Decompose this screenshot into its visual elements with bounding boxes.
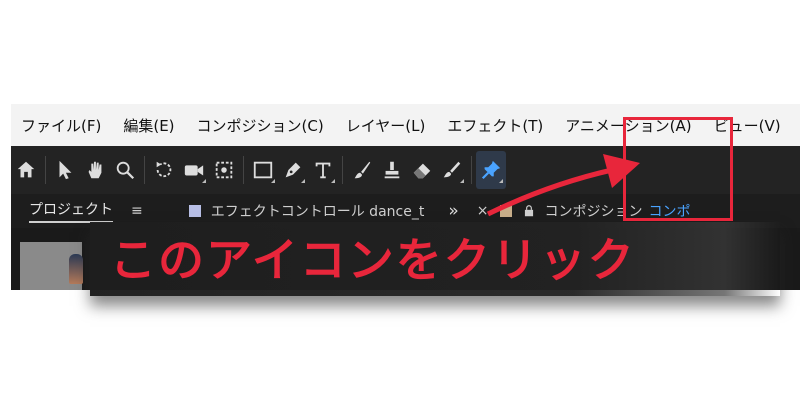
annotation-text: このアイコンをクリック (110, 233, 636, 287)
roto-brush-tool[interactable] (437, 151, 467, 189)
pan-behind-icon (215, 161, 233, 179)
toolbar-separator (471, 156, 472, 184)
selection-tool[interactable] (50, 151, 80, 189)
rectangle-icon (253, 161, 273, 179)
home-icon (17, 161, 35, 178)
menu-composition[interactable]: コンポジション(C) (197, 115, 324, 136)
tool-flyout-indicator (202, 179, 206, 183)
panel-menu-icon[interactable]: ≡ (131, 203, 143, 219)
tool-flyout-indicator (499, 179, 503, 183)
rectangle-tool[interactable] (248, 151, 278, 189)
rotate-icon (156, 161, 172, 178)
roto-brush-icon (443, 161, 461, 178)
pen-tool[interactable] (278, 151, 308, 189)
camera-icon (184, 165, 204, 176)
type-icon (315, 162, 331, 179)
tool-flyout-indicator (301, 179, 305, 183)
tab-effect-controls-label: エフェクトコントロール dance_t (210, 204, 425, 220)
eraser-icon (413, 163, 431, 179)
hand-tool[interactable] (80, 151, 110, 189)
tab-effect-controls[interactable]: エフェクトコントロール dance_t (188, 201, 425, 221)
home-tool[interactable] (11, 151, 41, 189)
brush-icon (354, 161, 371, 179)
toolbar-separator (144, 156, 145, 184)
tool-flyout-indicator (331, 179, 335, 183)
pan-behind-tool[interactable] (209, 151, 239, 189)
puppet-pin-icon (481, 160, 501, 180)
eraser-tool[interactable] (407, 151, 437, 189)
clone-stamp-tool[interactable] (377, 151, 407, 189)
menu-file[interactable]: ファイル(F) (21, 115, 101, 136)
tool-flyout-indicator (271, 179, 275, 183)
tool-flyout-indicator (460, 179, 464, 183)
hand-icon (88, 161, 102, 179)
toolbar-separator (45, 156, 46, 184)
zoom-tool[interactable] (110, 151, 140, 189)
lock-icon (525, 205, 534, 217)
toolbar-separator (243, 156, 244, 184)
highlight-box (623, 117, 733, 221)
type-tool[interactable] (308, 151, 338, 189)
puppet-pin-tool[interactable] (476, 151, 506, 189)
toolbar-separator (342, 156, 343, 184)
menu-edit[interactable]: 編集(E) (123, 115, 174, 136)
overflow-icon[interactable]: » (448, 201, 458, 221)
pen-icon (285, 162, 301, 178)
menu-layer[interactable]: レイヤー(L) (346, 115, 426, 136)
zoom-icon (116, 161, 135, 180)
selection-arrow-icon (59, 160, 72, 180)
dancer-figure (69, 254, 83, 284)
label-color-swatch (500, 205, 513, 217)
clone-stamp-icon (384, 161, 400, 179)
close-icon[interactable]: × (477, 203, 489, 219)
label-color-swatch (188, 205, 201, 217)
brush-tool[interactable] (347, 151, 377, 189)
rotation-tool[interactable] (149, 151, 179, 189)
tab-project[interactable]: プロジェクト (29, 199, 113, 223)
menu-effect[interactable]: エフェクト(T) (447, 115, 543, 136)
camera-tool[interactable] (179, 151, 209, 189)
